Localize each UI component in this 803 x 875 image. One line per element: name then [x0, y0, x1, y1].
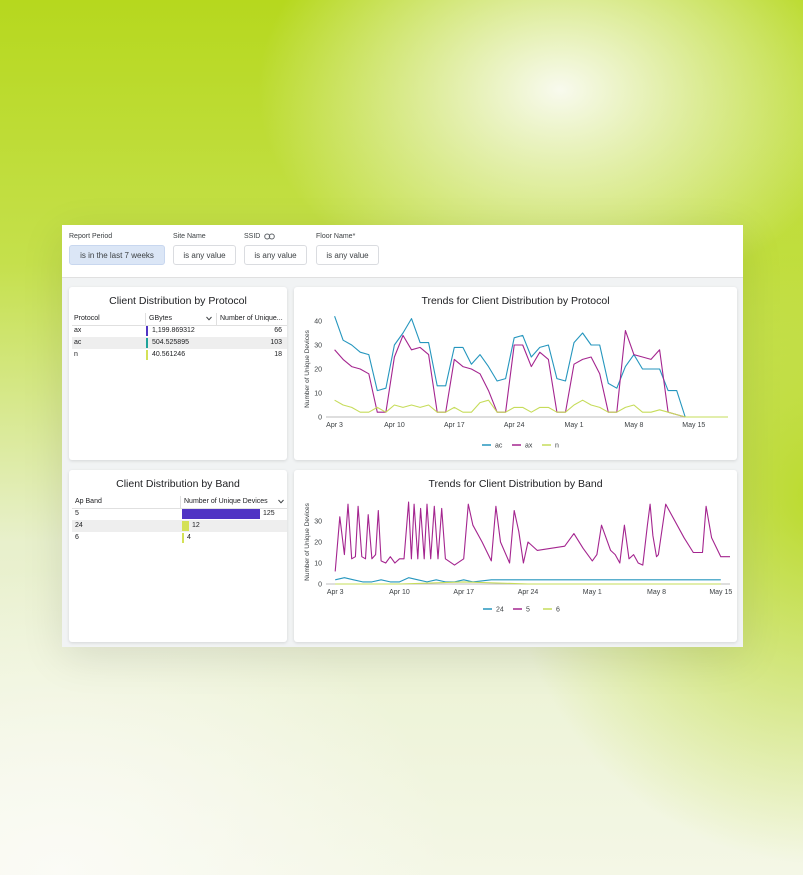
chevron-down-icon[interactable] — [206, 316, 212, 321]
filter-label: Report Period — [69, 232, 113, 240]
x-tick-label: May 1 — [565, 422, 584, 429]
card-title: Client Distribution by Protocol — [109, 295, 247, 307]
x-tick-label: Apr 3 — [326, 422, 343, 429]
protocol-cell: ax — [74, 327, 82, 334]
devices-cell: 4 — [187, 534, 191, 541]
ssid-chip[interactable]: is any value — [244, 245, 307, 265]
legend-item-24[interactable]: 24 — [496, 607, 504, 614]
protocol-cell: ac — [74, 339, 82, 346]
band-cell: 5 — [75, 510, 79, 517]
y-tick-label: 10 — [314, 561, 322, 568]
x-tick-label: Apr 17 — [444, 422, 465, 429]
link-icon[interactable] — [264, 233, 276, 240]
y-axis-label: Number of Unique Devices — [304, 329, 311, 407]
gbytes-cell: 1,199.869312 — [152, 327, 195, 334]
x-tick-label: May 8 — [647, 589, 666, 596]
column-header-devices[interactable]: Number of Unique Devices — [184, 496, 274, 508]
site-name-chip[interactable]: is any value — [173, 245, 236, 265]
series-line-24[interactable] — [335, 577, 721, 583]
y-tick-label: 20 — [314, 367, 322, 374]
devices-cell: 66 — [274, 327, 282, 334]
filter-bar: Report Period is in the last 7 weeks Sit… — [62, 225, 743, 278]
series-line-ax[interactable] — [334, 330, 728, 418]
table-row[interactable]: ac 504.525895 103 — [72, 337, 287, 349]
x-tick-label: May 15 — [682, 422, 705, 429]
filter-report-period: Report Period is in the last 7 weeks — [69, 231, 165, 265]
filter-floor-name: Floor Name* is any value — [316, 231, 379, 265]
table-row[interactable]: 24 12 — [72, 520, 287, 532]
table-row[interactable]: 6 4 — [72, 532, 287, 544]
series-line-5[interactable] — [334, 501, 730, 572]
table-row[interactable]: n 40.561246 18 — [72, 349, 287, 361]
x-tick-label: Apr 10 — [389, 589, 410, 596]
y-tick-label: 0 — [318, 415, 322, 422]
devices-bar — [182, 521, 189, 531]
floor-name-chip[interactable]: is any value — [316, 245, 379, 265]
table-row[interactable]: ax 1,199.869312 66 — [72, 325, 287, 337]
column-header-protocol[interactable]: Protocol — [74, 313, 144, 325]
x-tick-label: May 8 — [624, 422, 643, 429]
filter-site-name: Site Name is any value — [173, 231, 236, 265]
x-tick-label: May 15 — [709, 589, 732, 596]
y-tick-label: 10 — [314, 391, 322, 398]
x-tick-label: Apr 3 — [327, 589, 344, 596]
y-tick-label: 40 — [314, 319, 322, 326]
filter-label: Floor Name* — [316, 232, 356, 240]
legend-item-ac[interactable]: ac — [495, 443, 503, 450]
legend-item-n[interactable]: n — [555, 443, 559, 450]
filter-ssid: SSID is any value — [244, 231, 307, 265]
column-header-devices[interactable]: Number of Unique... — [220, 313, 284, 325]
y-tick-label: 20 — [314, 540, 322, 547]
gbytes-cell: 504.525895 — [152, 339, 189, 346]
devices-cell: 125 — [263, 510, 275, 517]
y-tick-label: 30 — [314, 519, 322, 526]
filter-label-text: SSID — [244, 232, 261, 240]
filter-label: SSID — [244, 231, 307, 241]
legend-item-5[interactable]: 5 — [526, 607, 530, 614]
legend-item-6[interactable]: 6 — [556, 607, 560, 614]
band-cell: 24 — [75, 522, 83, 529]
protocol-cell: n — [74, 351, 78, 358]
y-tick-label: 30 — [314, 343, 322, 350]
x-tick-label: May 1 — [583, 589, 602, 596]
devices-cell: 103 — [270, 339, 282, 346]
report-period-chip[interactable]: is in the last 7 weeks — [69, 245, 165, 265]
gbytes-bar — [146, 350, 148, 360]
devices-cell: 12 — [192, 522, 200, 529]
card-title: Client Distribution by Band — [116, 478, 240, 490]
devices-bar — [182, 509, 260, 519]
x-tick-label: Apr 24 — [518, 589, 539, 596]
band-table-card: Client Distribution by Band Ap Band Numb… — [69, 470, 287, 642]
series-line-n[interactable] — [334, 399, 728, 418]
devices-bar — [182, 533, 184, 543]
x-tick-label: Apr 24 — [504, 422, 525, 429]
protocol-trend-chart: 0 10 20 30 40 Apr 3 Apr 10 Apr 17 Apr 24 May 1 May… — [304, 316, 728, 450]
band-trend-chart: 0 10 20 30 Apr 3 Apr 10 Apr 17 Apr 24 May 1 May 8… — [304, 501, 732, 614]
gbytes-bar — [146, 338, 148, 348]
protocol-table-card: Client Distribution by Protocol Protocol… — [69, 287, 287, 460]
protocol-trend-card: Trends for Client Distribution by Protoc… — [294, 287, 737, 460]
y-tick-label: 0 — [318, 582, 322, 589]
filter-label: Site Name — [173, 232, 206, 240]
gbytes-cell: 40.561246 — [152, 351, 186, 358]
legend-item-ax[interactable]: ax — [525, 443, 533, 450]
x-tick-label: Apr 17 — [453, 589, 474, 596]
dashboard: Report Period is in the last 7 weeks Sit… — [62, 225, 743, 647]
column-header-gbytes[interactable]: GBytes — [149, 313, 204, 325]
band-trend-card: Trends for Client Distribution by Band 0… — [294, 470, 737, 642]
x-tick-label: Apr 10 — [384, 422, 405, 429]
table-row[interactable]: 5 125 — [72, 508, 287, 520]
column-header-ap-band[interactable]: Ap Band — [75, 496, 175, 508]
devices-cell: 18 — [274, 351, 282, 358]
chevron-down-icon[interactable] — [278, 499, 284, 504]
gbytes-bar — [146, 326, 148, 336]
band-cell: 6 — [75, 534, 79, 541]
y-axis-label: Number of Unique Devices — [304, 502, 311, 580]
